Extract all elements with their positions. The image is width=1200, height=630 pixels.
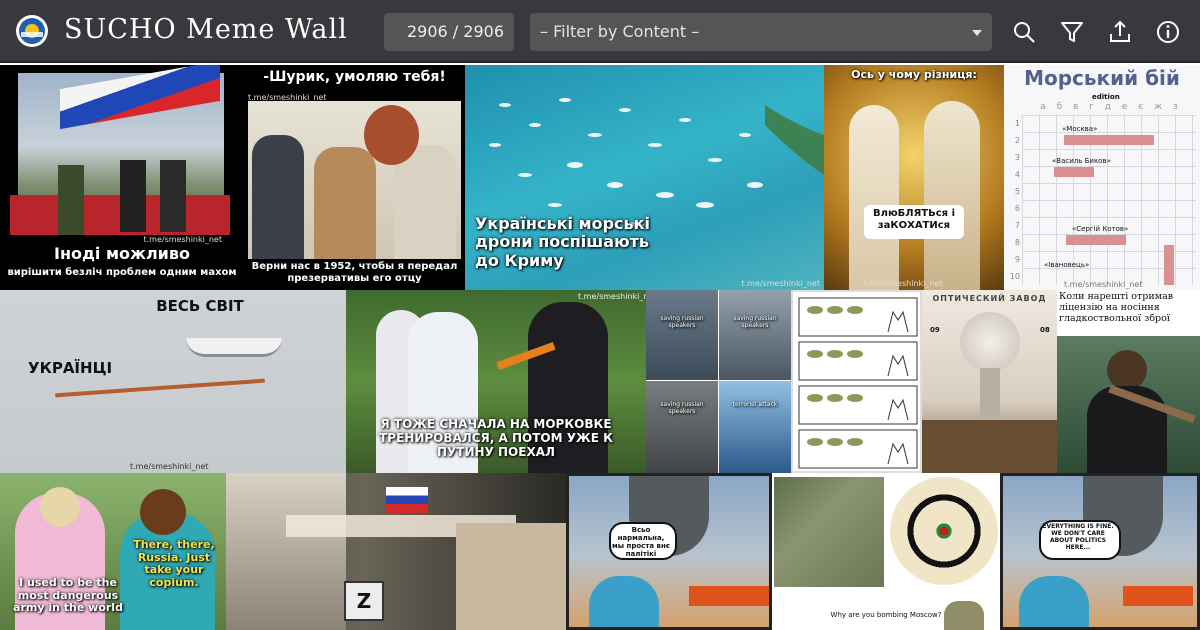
meme-caption: Я ТОЖЕ СНАЧАЛА НА МОРКОВКЕ ТРЕНИРОВАЛСЯ,… xyxy=(379,417,613,459)
filter-placeholder: – Filter by Content – xyxy=(540,22,700,41)
meme-tile-1[interactable]: t.me/smeshinki_net Іноді можливо вирішит… xyxy=(0,65,244,290)
meme-caption: Українські морські дрони поспішають до К… xyxy=(475,214,650,270)
meme-caption: EVERYTHING IS FINE. WE DON'T CARE ABOUT … xyxy=(1042,523,1114,551)
watermark: t.me/smeshinki_net xyxy=(864,279,943,288)
meme-caption: There, there, Russia. Just take your cop… xyxy=(133,538,215,589)
meme-tile-8[interactable]: saving russian speakers saving russian s… xyxy=(646,290,791,473)
meme-tile-4[interactable]: Ось у чому різниця: ВлюБЛЯТЬся і заКОХАТ… xyxy=(824,65,1004,290)
meme-tile-11[interactable]: Коли нарешті отримав ліцензію на носіння… xyxy=(1057,290,1200,473)
ship-label: «Москва» xyxy=(1062,125,1098,133)
top-bar: SUCHO Meme Wall 2906 / 2906 – Filter by … xyxy=(0,0,1200,63)
meme-caption: вирішити безліч проблем одним махом xyxy=(7,267,237,278)
meme-label: 08 xyxy=(1040,326,1050,334)
app-title: SUCHO Meme Wall xyxy=(64,14,348,45)
grid-row-number: 7 xyxy=(1014,221,1020,230)
share-icon[interactable] xyxy=(1107,19,1133,45)
grid-row-number: 6 xyxy=(1014,204,1020,213)
search-icon[interactable] xyxy=(1011,19,1037,45)
meme-caption: saving russian speakers xyxy=(733,315,777,329)
grid-row-number: 8 xyxy=(1014,238,1020,247)
meme-caption: Іноді можливо xyxy=(53,244,190,263)
ship-label: «Сергій Котов» xyxy=(1072,225,1129,233)
meme-caption: УКРАЇНЦІ xyxy=(28,359,113,377)
meme-tile-13[interactable]: Z xyxy=(226,473,566,630)
watermark: t.me/smeshinki_net xyxy=(130,462,209,471)
content-filter-select[interactable]: – Filter by Content – xyxy=(530,13,992,51)
meme-caption: I used to be the most dangerous army in … xyxy=(13,576,123,615)
meme-caption: Ось у чому різниця: xyxy=(851,68,977,81)
image-counter[interactable]: 2906 / 2906 xyxy=(384,13,514,51)
meme-caption: Коли нарешті отримав ліцензію на носіння… xyxy=(1059,291,1174,324)
watermark: t.me/smeshinki_net xyxy=(1064,280,1143,289)
chevron-down-icon xyxy=(972,30,982,36)
meme-tile-3[interactable]: Українські морські дрони поспішають до К… xyxy=(465,65,824,290)
grid-row-number: 10 xyxy=(1009,272,1020,281)
meme-tile-16[interactable]: EVERYTHING IS FINE. WE DON'T CARE ABOUT … xyxy=(1000,473,1200,630)
meme-tile-7[interactable]: t.me/smeshinki_net Я ТОЖЕ СНАЧАЛА НА МОР… xyxy=(346,290,646,473)
sucho-logo[interactable] xyxy=(16,15,48,47)
meme-tile-5[interactable]: Морський бій edition а б в г д е є ж з 1… xyxy=(1004,65,1200,290)
meme-caption: terrorist attack xyxy=(732,401,778,408)
meme-tile-6[interactable]: ВЕСЬ СВІТ УКРАЇНЦІ t.me/smeshinki_net xyxy=(0,290,346,473)
meme-title: Морський бій xyxy=(1024,66,1180,90)
info-icon[interactable] xyxy=(1155,19,1181,45)
meme-caption: saving russian speakers xyxy=(660,401,704,415)
comic-panels xyxy=(798,297,918,469)
meme-subtitle: edition xyxy=(1092,93,1120,101)
meme-tile-9[interactable] xyxy=(791,290,922,473)
meme-title: ОПТИЧЕСКИЙ ЗАВОД xyxy=(932,294,1047,303)
ship-label: «Івановець» xyxy=(1044,261,1090,269)
meme-tile-2[interactable]: -Шурик, умоляю тебя! t.me/smeshinki_net … xyxy=(244,65,465,290)
grid-row-number: 2 xyxy=(1014,136,1020,145)
filter-icon[interactable] xyxy=(1059,19,1085,45)
meme-label: 09 xyxy=(930,326,940,334)
meme-tile-12[interactable]: I used to be the most dangerous army in … xyxy=(0,473,226,630)
meme-caption: Всьо нармальна, мы проста внє палітікі xyxy=(612,526,670,559)
grid-row-number: 3 xyxy=(1014,153,1020,162)
ship-label: «Василь Биков» xyxy=(1052,157,1111,165)
meme-caption: saving russian speakers xyxy=(660,315,704,329)
grid-row-number: 5 xyxy=(1014,187,1020,196)
meme-tile-14[interactable]: Всьо нармальна, мы проста внє палітікі xyxy=(566,473,772,630)
meme-caption: -Шурик, умоляю тебя! xyxy=(263,69,446,85)
meme-caption: Верни нас в 1952, чтобы я передал презер… xyxy=(251,261,458,284)
meme-caption: ВлюБЛЯТЬся і заКОХАТИся xyxy=(873,208,955,231)
grid-columns: а б в г д е є ж з xyxy=(1040,102,1182,112)
grid-row-number: 1 xyxy=(1014,119,1020,128)
grid-row-number: 4 xyxy=(1014,170,1020,179)
meme-tile-15[interactable]: Why are you bombing Moscow? xyxy=(772,473,1000,630)
meme-tile-10[interactable]: ОПТИЧЕСКИЙ ЗАВОД 09 08 xyxy=(922,290,1057,473)
watermark: t.me/smeshinki_net xyxy=(578,292,646,301)
watermark: t.me/smeshinki_net xyxy=(143,235,223,244)
meme-caption: ВЕСЬ СВІТ xyxy=(156,297,244,315)
grid-row-number: 9 xyxy=(1014,255,1020,264)
watermark: t.me/smeshinki_net xyxy=(741,279,821,288)
